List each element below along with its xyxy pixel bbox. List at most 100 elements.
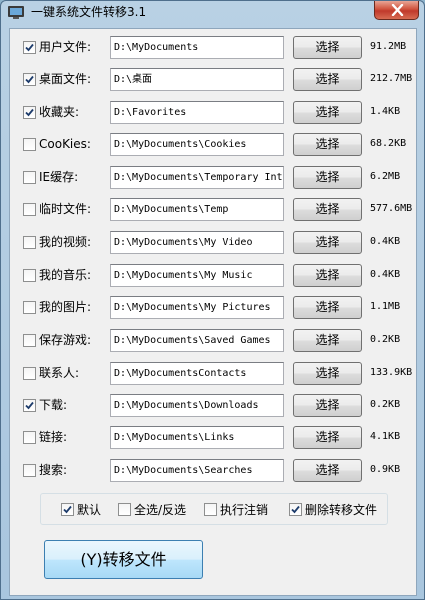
path-input[interactable]: D:\MyDocuments\Downloads [110,394,284,417]
app-icon [7,4,25,20]
row-checkbox[interactable] [23,367,36,380]
check-icon [25,401,34,410]
size-value: 1.1MB [370,301,401,312]
row-label: 下载: [39,398,68,412]
choose-button[interactable]: 选择 [293,133,362,156]
row-checkbox[interactable] [23,73,36,86]
row-checkbox[interactable] [23,464,36,477]
folder-row: 联系人: D:\MyDocumentsContacts 选择 133.9KB [10,361,418,387]
size-value: 4.1KB [370,431,401,442]
path-input[interactable]: D:\MyDocuments\Links [110,426,284,449]
options-group: 默认 全选/反选 执行注销 删除转移文件 [40,493,388,525]
size-value: 0.4KB [370,269,401,280]
close-button[interactable] [374,1,419,20]
folder-row: 用户文件: D:\MyDocuments 选择 91.2MB [10,35,418,61]
row-label: CooKies: [39,137,91,151]
row-checkbox[interactable] [23,269,36,282]
path-input[interactable]: D:\MyDocuments\Temporary Inte [110,166,284,189]
folder-row: 桌面文件: D:\桌面 选择 212.7MB [10,67,418,93]
row-label: 临时文件: [39,202,92,216]
choose-button[interactable]: 选择 [293,296,362,319]
choose-button[interactable]: 选择 [293,166,362,189]
row-checkbox[interactable] [23,334,36,347]
close-icon [391,4,404,16]
size-value: 0.2KB [370,334,401,345]
choose-button[interactable]: 选择 [293,101,362,124]
choose-button[interactable]: 选择 [293,394,362,417]
path-input[interactable]: D:\MyDocumentsContacts [110,362,284,385]
path-input[interactable]: D:\MyDocuments [110,36,284,59]
folder-row: 下载: D:\MyDocuments\Downloads 选择 0.2KB [10,393,418,419]
checkbox[interactable] [289,503,302,516]
checkbox[interactable] [204,503,217,516]
path-input[interactable]: D:\MyDocuments\Temp [110,198,284,221]
choose-button[interactable]: 选择 [293,68,362,91]
check-icon [25,75,34,84]
choose-button[interactable]: 选择 [293,231,362,254]
folder-row: 我的视频: D:\MyDocuments\My Video 选择 0.4KB [10,230,418,256]
size-value: 68.2KB [370,138,407,149]
choose-button[interactable]: 选择 [293,426,362,449]
size-value: 577.6MB [370,203,413,214]
path-input[interactable]: D:\MyDocuments\My Video [110,231,284,254]
choose-button[interactable]: 选择 [293,329,362,352]
size-value: 133.9KB [370,367,413,378]
choose-button[interactable]: 选择 [293,198,362,221]
choose-button[interactable]: 选择 [293,362,362,385]
size-value: 212.7MB [370,73,413,84]
transfer-button[interactable]: (Y)转移文件 [44,540,203,579]
row-checkbox[interactable] [23,301,36,314]
path-input[interactable]: D:\MyDocuments\My Pictures [110,296,284,319]
folder-row: 我的图片: D:\MyDocuments\My Pictures 选择 1.1MB [10,295,418,321]
row-checkbox[interactable] [23,106,36,119]
folder-row: 搜索: D:\MyDocuments\Searches 选择 0.9KB [10,458,418,484]
choose-button[interactable]: 选择 [293,264,362,287]
title-bar[interactable]: 一键系统文件转移3.1 [1,1,424,25]
app-window: 一键系统文件转移3.1 用户文件: D:\MyDocuments 选择 91.2MB 桌… [0,0,425,600]
row-label: 搜索: [39,463,68,477]
folder-row: 我的音乐: D:\MyDocuments\My Music 选择 0.4KB [10,263,418,289]
size-value: 91.2MB [370,41,407,52]
folder-row: 链接: D:\MyDocuments\Links 选择 4.1KB [10,425,418,451]
row-label: 桌面文件: [39,72,92,86]
folder-row: 保存游戏: D:\MyDocuments\Saved Games 选择 0.2KB [10,328,418,354]
checkbox[interactable] [61,503,74,516]
path-input[interactable]: D:\Favorites [110,101,284,124]
row-checkbox[interactable] [23,399,36,412]
check-icon [25,43,34,52]
option-label: 全选/反选 [134,503,187,517]
main-panel: 用户文件: D:\MyDocuments 选择 91.2MB 桌面文件: D:\桌面 选择 2… [9,28,417,596]
row-checkbox[interactable] [23,171,36,184]
row-checkbox[interactable] [23,203,36,216]
size-value: 6.2MB [370,171,401,182]
folder-row: 收藏夹: D:\Favorites 选择 1.4KB [10,100,418,126]
row-label: 链接: [39,430,68,444]
window-title: 一键系统文件转移3.1 [31,5,147,19]
size-value: 0.4KB [370,236,401,247]
row-label: 我的图片: [39,300,92,314]
path-input[interactable]: D:\MyDocuments\Cookies [110,133,284,156]
option-label: 删除转移文件 [305,503,378,517]
row-label: 联系人: [39,366,80,380]
choose-button[interactable]: 选择 [293,459,362,482]
option-label: 执行注销 [220,503,269,517]
row-label: 我的视频: [39,235,92,249]
row-label: 收藏夹: [39,105,80,119]
size-value: 0.9KB [370,464,401,475]
size-value: 0.2KB [370,399,401,410]
check-icon [63,505,72,514]
choose-button[interactable]: 选择 [293,36,362,59]
checkbox[interactable] [118,503,131,516]
row-label: 保存游戏: [39,333,92,347]
row-label: IE缓存: [39,170,79,184]
check-icon [25,108,34,117]
path-input[interactable]: D:\MyDocuments\Saved Games [110,329,284,352]
path-input[interactable]: D:\桌面 [110,68,284,91]
row-checkbox[interactable] [23,138,36,151]
row-checkbox[interactable] [23,236,36,249]
row-checkbox[interactable] [23,41,36,54]
size-value: 1.4KB [370,106,401,117]
row-checkbox[interactable] [23,431,36,444]
path-input[interactable]: D:\MyDocuments\Searches [110,459,284,482]
path-input[interactable]: D:\MyDocuments\My Music [110,264,284,287]
